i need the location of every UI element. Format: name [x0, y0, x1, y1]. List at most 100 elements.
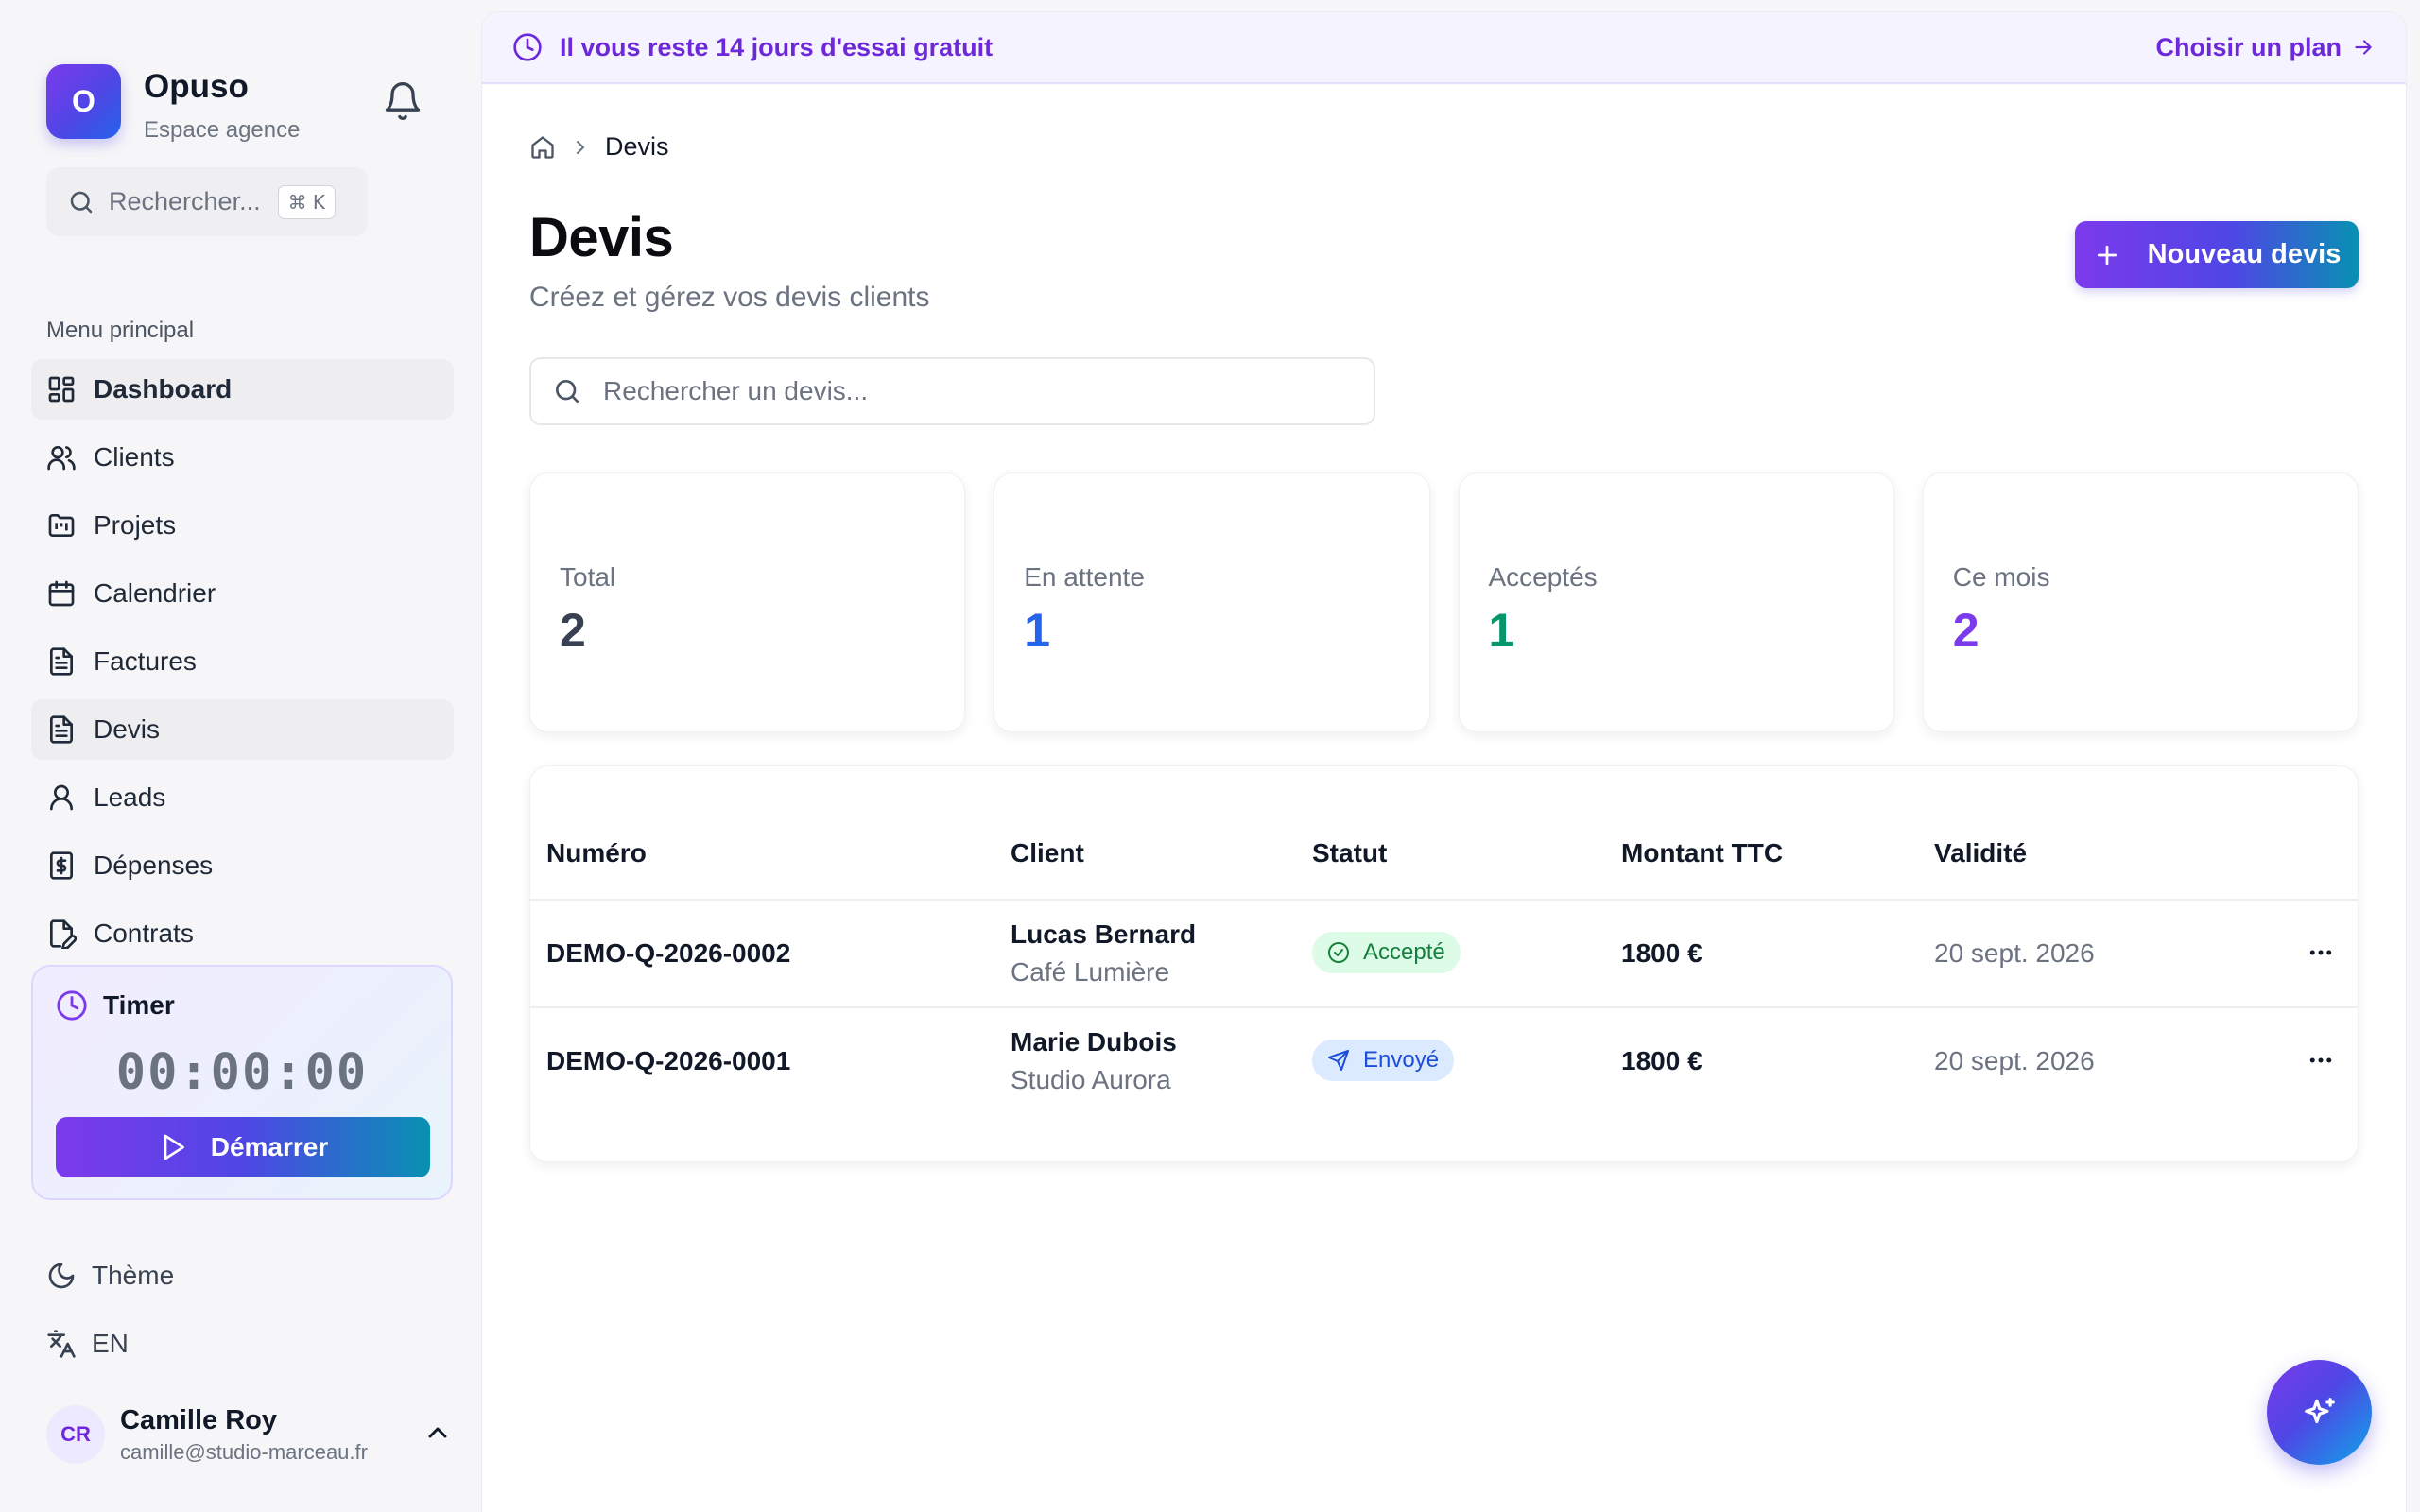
stat-card-total: Total 2	[529, 472, 966, 732]
validity-date: 20 sept. 2026	[1934, 1046, 2095, 1075]
stat-value: 2	[1952, 604, 1979, 657]
stat-card-accepted: Acceptés 1	[1458, 472, 1894, 732]
user-menu[interactable]: CR Camille Roy camille@studio-marceau.fr	[46, 1397, 453, 1472]
choose-plan-label: Choisir un plan	[2155, 32, 2342, 61]
row-actions-button[interactable]	[2302, 934, 2340, 971]
trial-text: Il vous reste 14 jours d'essai gratuit	[560, 32, 994, 61]
sidebar-item-depenses[interactable]: Dépenses	[31, 835, 454, 896]
receipt-icon	[50, 851, 73, 880]
timer-start-button[interactable]: Démarrer	[56, 1117, 430, 1177]
sidebar-item-label: Projets	[94, 510, 177, 540]
chevron-right-icon	[577, 140, 585, 154]
user-email: camille@studio-marceau.fr	[120, 1439, 368, 1464]
home-icon[interactable]	[529, 134, 556, 161]
table-row[interactable]: DEMO-Q-2026-0002 Lucas Bernard Café Lumi…	[530, 901, 2358, 1006]
clock-icon	[57, 990, 87, 1021]
stat-label: Acceptés	[1488, 562, 1598, 592]
choose-plan-link[interactable]: Choisir un plan	[2155, 33, 2376, 62]
trial-banner: Il vous reste 14 jours d'essai gratuit C…	[482, 12, 2406, 84]
sparkles-icon	[2304, 1397, 2335, 1423]
sidebar-item-clients[interactable]: Clients	[31, 427, 454, 488]
column-header-status[interactable]: Statut	[1312, 838, 1387, 868]
amount: 1800 €	[1621, 938, 1703, 968]
theme-toggle[interactable]: Thème	[46, 1261, 174, 1291]
app-logo[interactable]: O	[46, 64, 121, 139]
file-text-icon	[50, 715, 73, 744]
sidebar-item-label: Devis	[94, 714, 161, 744]
status-badge: Accepté	[1312, 932, 1461, 973]
more-horizontal-icon	[2309, 1057, 2332, 1063]
stat-label: En attente	[1024, 562, 1145, 592]
sidebar-item-label: Leads	[94, 782, 166, 812]
sidebar-item-label: Factures	[94, 646, 197, 676]
amount: 1800 €	[1621, 1046, 1703, 1075]
plus-icon	[2097, 245, 2117, 265]
stats-cards: Total 2 En attente 1 Acceptés 1 Ce mois …	[529, 472, 2359, 732]
column-header-amount[interactable]: Montant TTC	[1621, 838, 1783, 868]
status-label: Accepté	[1363, 939, 1445, 965]
sidebar-item-label: Contrats	[94, 919, 194, 948]
search-shortcut: ⌘ K	[277, 184, 337, 219]
search-icon	[70, 191, 93, 213]
timer-widget: Timer 00:00:00 Démarrer	[31, 965, 453, 1200]
sidebar-item-devis[interactable]: Devis	[31, 699, 454, 760]
language-label: EN	[92, 1329, 129, 1358]
stat-value: 2	[560, 604, 586, 657]
new-quote-button[interactable]: Nouveau devis	[2075, 221, 2359, 288]
chevron-up-icon	[428, 1427, 447, 1438]
languages-icon	[47, 1330, 76, 1358]
validity-date: 20 sept. 2026	[1934, 938, 2095, 968]
stat-label: Total	[560, 562, 616, 592]
sidebar-item-calendrier[interactable]: Calendrier	[31, 563, 454, 624]
client-cell: Marie Dubois Studio Aurora	[1011, 1027, 1177, 1095]
column-header-number[interactable]: Numéro	[546, 838, 647, 868]
timer-title-label: Timer	[103, 990, 175, 1020]
status-label: Envoyé	[1363, 1047, 1440, 1073]
sidebar-item-label: Clients	[94, 442, 175, 472]
bell-icon[interactable]	[382, 80, 424, 122]
file-text-icon	[50, 647, 73, 676]
sidebar-item-contrats[interactable]: Contrats	[31, 903, 454, 964]
page-subtitle: Créez et gérez vos devis clients	[529, 282, 930, 313]
sidebar-item-leads[interactable]: Leads	[31, 767, 454, 828]
sidebar-item-dashboard[interactable]: Dashboard	[31, 359, 454, 420]
sidebar-item-label: Calendrier	[94, 578, 216, 608]
quote-search	[529, 357, 1375, 425]
column-header-client[interactable]: Client	[1011, 838, 1084, 868]
calendar-icon	[48, 580, 75, 607]
avatar: CR	[46, 1405, 105, 1464]
main-nav: Dashboard Clients Projets Calendrier Fac…	[31, 359, 454, 971]
status-badge: Envoyé	[1312, 1040, 1455, 1081]
user-name: Camille Roy	[120, 1404, 277, 1435]
language-toggle[interactable]: EN	[46, 1329, 129, 1359]
quote-number: DEMO-Q-2026-0001	[546, 1046, 791, 1075]
page-title: Devis	[529, 207, 674, 268]
sidebar-item-factures[interactable]: Factures	[31, 631, 454, 692]
timer-display: 00:00:00	[115, 1044, 369, 1101]
moon-icon	[48, 1263, 75, 1289]
sidebar-search-placeholder: Rechercher...	[109, 187, 261, 215]
client-name: Marie Dubois	[1011, 1027, 1177, 1057]
sidebar-item-projets[interactable]: Projets	[31, 495, 454, 556]
new-quote-label: Nouveau devis	[2147, 239, 2342, 269]
ai-assistant-button[interactable]	[2267, 1360, 2372, 1465]
clock-icon	[513, 33, 542, 61]
column-header-validity[interactable]: Validité	[1934, 838, 2027, 868]
stat-card-this-month: Ce mois 2	[1922, 472, 2359, 732]
send-icon	[1328, 1050, 1349, 1071]
stat-value: 1	[1024, 604, 1051, 657]
dashboard-icon	[48, 376, 75, 403]
menu-label: Menu principal	[46, 318, 195, 343]
quote-search-input[interactable]	[603, 376, 1359, 406]
sidebar-search[interactable]: Rechercher... ⌘ K	[46, 167, 368, 236]
client-cell: Lucas Bernard Café Lumière	[1011, 919, 1196, 988]
table-row[interactable]: DEMO-Q-2026-0001 Marie Dubois Studio Aur…	[530, 1008, 2358, 1114]
users-icon	[47, 446, 76, 471]
quotes-table: Numéro Client Statut Montant TTC Validit…	[529, 765, 2359, 1162]
theme-label: Thème	[92, 1261, 175, 1290]
logo-letter: O	[72, 84, 95, 118]
client-company: Studio Aurora	[1011, 1065, 1171, 1094]
quote-number: DEMO-Q-2026-0002	[546, 938, 791, 968]
row-actions-button[interactable]	[2302, 1041, 2340, 1079]
arrow-right-icon	[2355, 40, 2372, 55]
